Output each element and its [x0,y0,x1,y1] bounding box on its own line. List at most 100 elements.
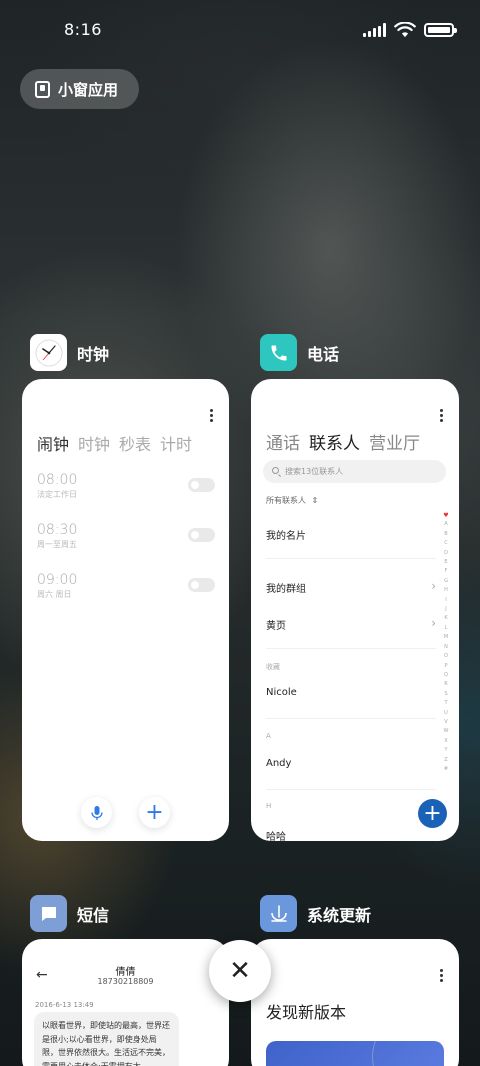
alarm-toggle[interactable] [188,478,215,492]
add-contact-button[interactable]: + [418,799,447,828]
alarm-toggle[interactable] [188,528,215,542]
divider [266,648,436,649]
update-banner [266,1041,444,1066]
search-placeholder: 搜索13位联系人 [285,467,344,476]
tab-stopwatch[interactable]: 秒表 [119,431,151,455]
sort-icon: ⇕ [311,496,319,505]
contact-name: 哈哈 [266,832,286,841]
voice-alarm-button[interactable] [81,797,112,828]
index-letter[interactable]: P [444,662,447,671]
index-letter[interactable]: J [445,605,446,614]
system-update-app-icon [260,895,297,932]
clear-all-button[interactable]: ✕ [209,940,271,1002]
my-groups-row[interactable]: 我的群组 › [266,579,436,595]
index-letter[interactable]: Z [444,756,447,765]
all-contacts-filter[interactable]: 所有联系人 ⇕ [266,495,318,506]
contact-name: Andy [266,758,292,769]
update-app-header[interactable]: 系统更新 [260,895,371,932]
yellow-pages-row[interactable]: 黄页 › [266,616,436,632]
small-window-apps-button[interactable]: 小窗应用 [20,69,139,109]
my-groups-label: 我的群组 [266,584,306,595]
my-card-row[interactable]: 我的名片 [266,527,436,542]
phone-app-card[interactable]: 通话 联系人 营业厅 搜索13位联系人 所有联系人 ⇕ 我的名片 我的群组 › … [251,379,459,841]
sms-app-icon [30,895,67,932]
microphone-icon [90,805,103,820]
index-letter[interactable]: Q [444,671,448,680]
phone-more-icon[interactable] [440,409,443,422]
phone-app-header[interactable]: 电话 [260,334,339,371]
my-card-label: 我的名片 [266,531,306,542]
clock-app-name: 时钟 [77,344,110,364]
tab-contacts[interactable]: 联系人 [309,429,360,454]
small-window-label: 小窗应用 [58,80,119,99]
section-a: A [266,732,271,740]
index-letter[interactable]: M [444,633,448,642]
alarm-item[interactable]: 09:00 周六 周日 [37,572,215,600]
index-letter[interactable]: H [444,586,448,595]
divider [266,558,436,559]
contact-row[interactable]: Andy [266,758,436,769]
chevron-right-icon: › [431,616,436,630]
sms-app-name: 短信 [77,905,110,925]
index-letter[interactable]: N [444,643,448,652]
tab-service-hall[interactable]: 营业厅 [369,429,420,454]
system-update-app-card[interactable]: 发现新版本 [251,939,459,1066]
index-letter[interactable]: Y [444,746,447,755]
sms-app-header[interactable]: 短信 [30,895,109,932]
index-letter[interactable]: C [444,539,448,548]
plus-icon: + [423,800,442,826]
message-bubble[interactable]: 以眼看世界，即使站的最高，世界还是很小;以心看世界，即使身处局限，世界依然很大。… [34,1012,179,1066]
index-letter[interactable]: F [445,567,448,576]
update-more-icon[interactable] [440,969,443,982]
signal-icon [363,23,386,37]
sms-app-card[interactable]: ← 倩倩 18730218809 2016-6-13 13:49 以眼看世界，即… [22,939,229,1066]
clock-tabs: 闹钟 时钟 秒表 计时 [37,431,192,455]
add-alarm-button[interactable]: + [139,797,170,828]
tab-clock[interactable]: 时钟 [78,431,110,455]
close-icon: ✕ [229,956,251,986]
status-icons [363,22,457,38]
alarm-toggle[interactable] [188,578,215,592]
index-letter[interactable]: # [444,765,448,774]
index-letter[interactable]: D [444,549,448,558]
tab-calls[interactable]: 通话 [266,429,300,454]
clock-app-header[interactable]: 时钟 [30,334,109,371]
index-letter[interactable]: R [444,680,447,689]
tab-timer[interactable]: 计时 [160,431,192,455]
update-title: 发现新版本 [266,1003,347,1022]
all-contacts-label: 所有联系人 [266,496,306,505]
index-letter[interactable]: U [444,709,448,718]
index-letter[interactable]: O [444,652,448,661]
index-letter[interactable]: L [445,624,448,633]
index-letter[interactable]: G [444,577,448,586]
tab-alarm[interactable]: 闹钟 [37,431,69,455]
alarm-item[interactable]: 08:00 法定工作日 [37,472,215,500]
sms-contact-name: 倩倩 [115,967,136,978]
small-window-icon [35,80,50,98]
sms-contact-number: 18730218809 [97,977,154,986]
status-bar: 8:16 [0,0,480,62]
clock-app-card[interactable]: 闹钟 时钟 秒表 计时 08:00 法定工作日 08:30 周一至周五 09:0… [22,379,229,841]
section-h: H [266,802,272,810]
index-letter[interactable]: K [444,614,447,623]
index-letter[interactable]: W [444,727,449,736]
contact-search-input[interactable]: 搜索13位联系人 [263,460,446,483]
alphabet-index[interactable]: ♥ A B C D E F G H I J K L M N O P Q R S T U V W X Y Z # [443,511,449,774]
clock-more-icon[interactable] [210,409,213,422]
contact-row[interactable]: Nicole [266,687,436,698]
index-letter[interactable]: E [444,558,447,567]
index-letter[interactable]: V [444,718,447,727]
alarm-desc: 法定工作日 [37,490,77,499]
yellow-pages-label: 黄页 [266,621,286,632]
index-letter[interactable]: I [445,596,446,605]
index-letter[interactable]: B [444,530,447,539]
wifi-icon [394,22,416,38]
index-letter[interactable]: A [444,520,447,529]
contact-name: Nicole [266,687,297,698]
index-letter[interactable]: X [444,737,447,746]
alarm-item[interactable]: 08:30 周一至周五 [37,522,215,550]
update-app-name: 系统更新 [307,905,372,925]
contact-row[interactable]: 哈哈 [266,828,436,841]
index-letter[interactable]: T [444,699,447,708]
index-letter[interactable]: S [444,690,447,699]
